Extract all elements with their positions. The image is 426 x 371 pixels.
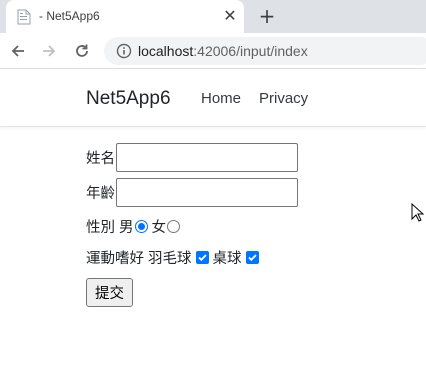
hobby-row: 運動嗜好 羽毛球 桌球 xyxy=(86,247,259,268)
name-input[interactable] xyxy=(116,143,298,172)
gender-label: 性別 xyxy=(86,220,115,236)
age-row: 年齡 xyxy=(86,178,298,207)
close-tab-icon[interactable]: ✕ xyxy=(221,7,239,25)
nav-link-privacy[interactable]: Privacy xyxy=(259,90,308,107)
new-tab-icon[interactable]: + xyxy=(256,5,278,27)
gender-row: 性別 男 女 xyxy=(86,216,180,237)
address-bar[interactable]: localhost:42006/input/index xyxy=(104,37,426,65)
name-row: 姓名 xyxy=(86,143,298,172)
submit-button[interactable]: 提交 xyxy=(86,278,133,307)
hobby-tabletennis-label: 桌球 xyxy=(212,251,242,267)
navbar-brand[interactable]: Net5App6 xyxy=(86,88,171,110)
info-icon[interactable] xyxy=(116,43,132,59)
hobby-badminton-label: 羽毛球 xyxy=(148,251,192,267)
hobby-label: 運動嗜好 xyxy=(86,251,144,267)
hobby-badminton-checkbox[interactable] xyxy=(195,251,209,264)
forward-arrow-icon[interactable] xyxy=(38,40,60,62)
url-path: :42006/input/index xyxy=(193,43,308,59)
tab-title: - Net5App6 xyxy=(39,9,100,23)
back-arrow-icon[interactable] xyxy=(7,40,29,62)
age-label: 年齡 xyxy=(86,186,115,202)
url-text: localhost:42006/input/index xyxy=(138,43,308,59)
gender-male-radio[interactable] xyxy=(134,220,148,233)
url-host: localhost xyxy=(138,43,194,59)
hobby-tabletennis-checkbox[interactable] xyxy=(245,251,259,264)
tab-strip: - Net5App6 ✕ + xyxy=(0,0,426,33)
age-input[interactable] xyxy=(116,178,298,207)
browser-toolbar: localhost:42006/input/index xyxy=(0,33,426,69)
gender-female-radio[interactable] xyxy=(167,220,180,233)
document-icon xyxy=(17,9,31,25)
nav-link-home[interactable]: Home xyxy=(201,90,241,107)
reload-icon[interactable] xyxy=(71,40,93,62)
name-label: 姓名 xyxy=(86,151,115,167)
browser-tab[interactable]: - Net5App6 ✕ xyxy=(6,0,244,33)
gender-male-label: 男 xyxy=(119,220,134,236)
gender-female-label: 女 xyxy=(151,220,167,236)
mouse-cursor-icon xyxy=(411,202,425,227)
site-navbar: Net5App6 Home Privacy xyxy=(0,70,426,127)
